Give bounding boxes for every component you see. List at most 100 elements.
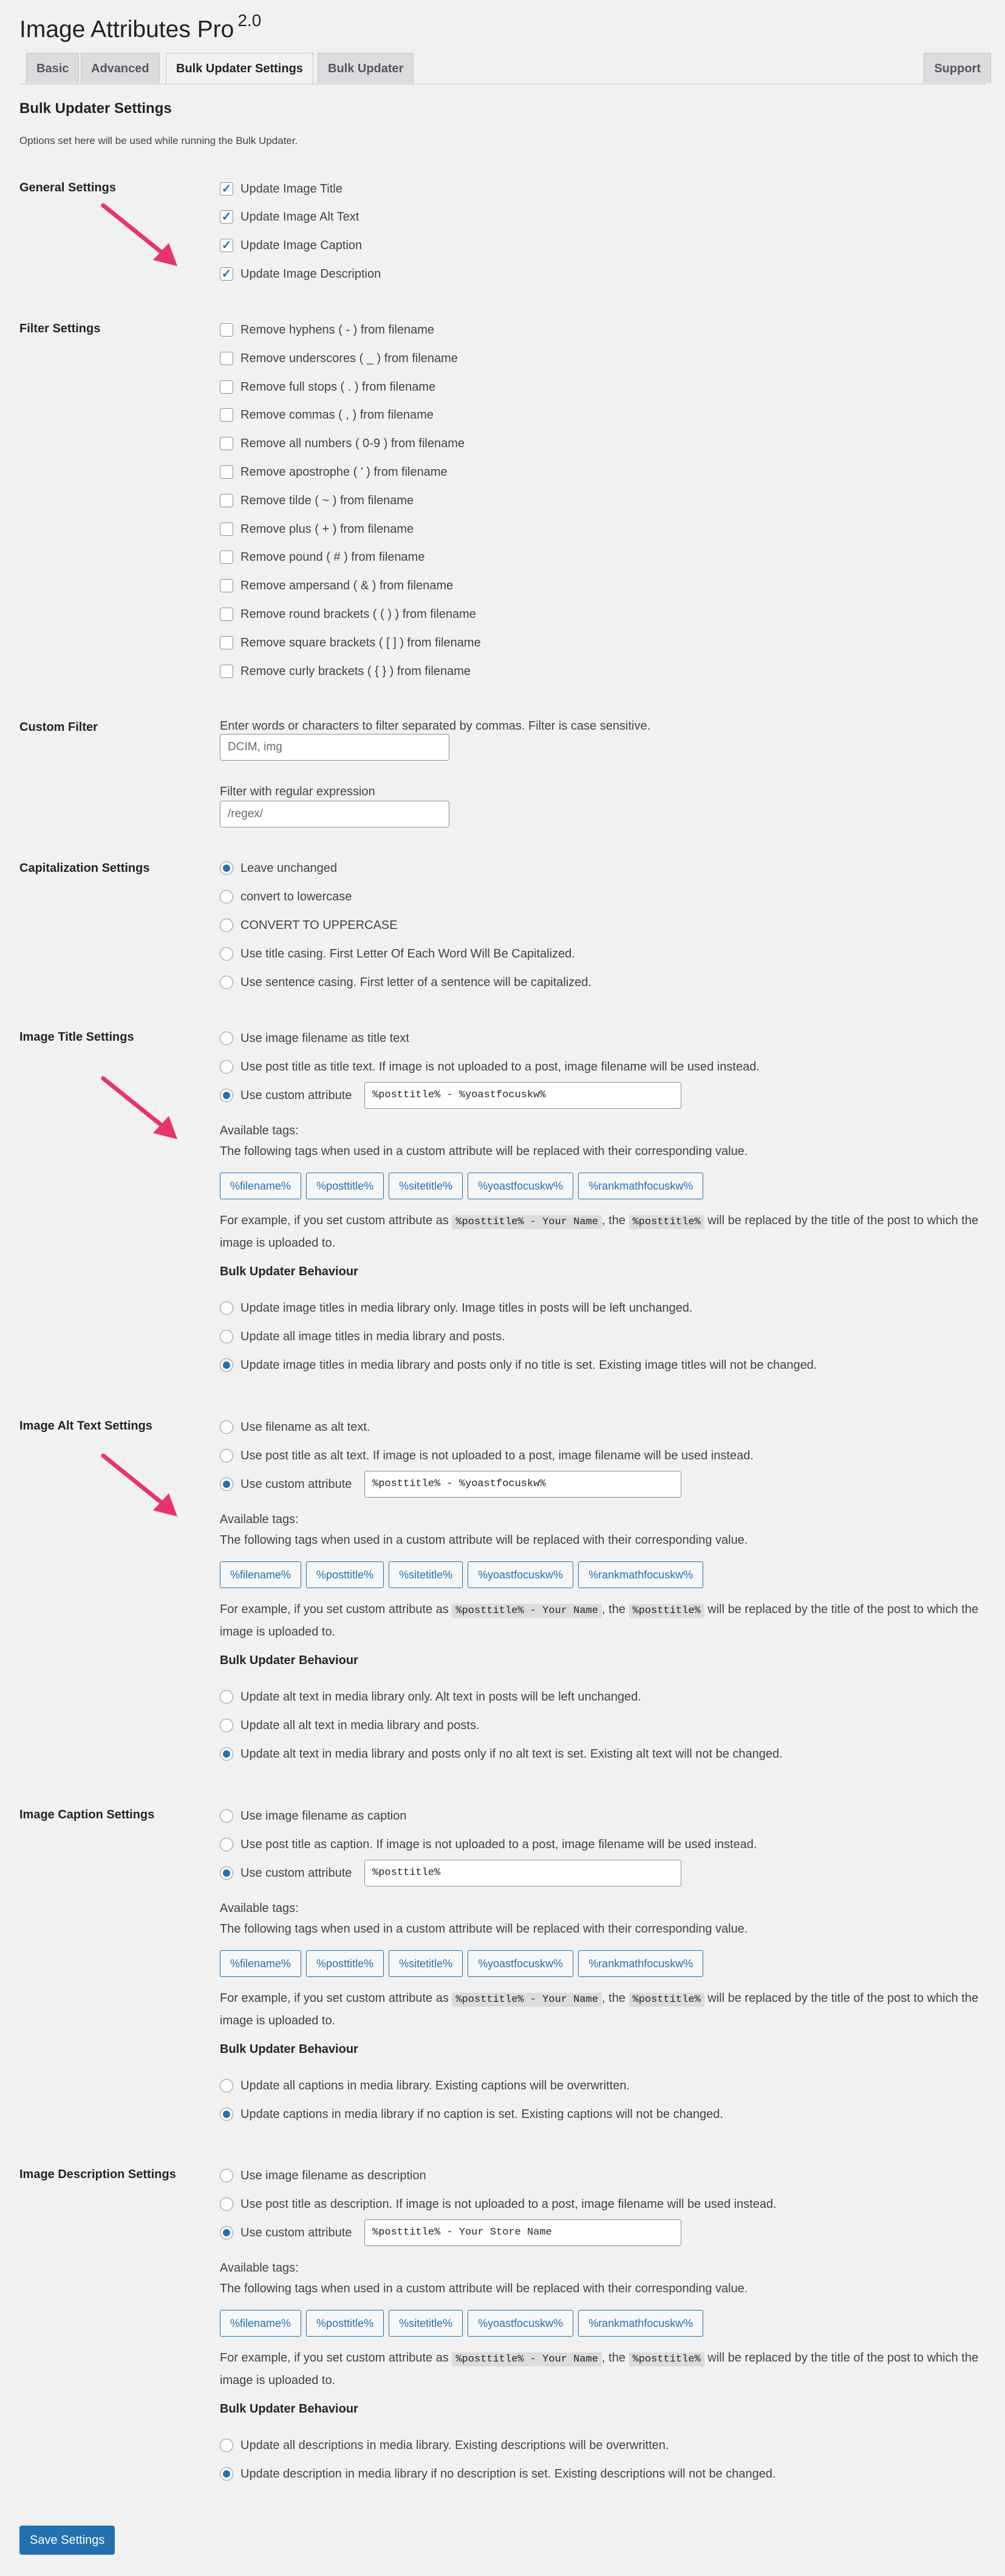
regex-filter-input[interactable]: /regex/ — [220, 801, 449, 827]
radio-icon[interactable] — [220, 1358, 233, 1372]
capitalization-radio[interactable]: Use title casing. First Letter Of Each W… — [220, 945, 575, 963]
checkbox-icon[interactable] — [220, 437, 233, 450]
tag-button[interactable]: %filename% — [220, 2310, 302, 2337]
radio-icon[interactable] — [220, 2439, 233, 2452]
title-behaviour-radio[interactable]: Update image titles in media library and… — [220, 1356, 817, 1374]
checkbox-icon[interactable] — [220, 665, 233, 678]
tag-button[interactable]: %filename% — [220, 1561, 302, 1588]
title-custom-attribute-input[interactable]: %posttitle% - %yoastfocuskw% — [364, 1082, 681, 1109]
tab-basic[interactable]: Basic — [26, 53, 80, 83]
filter-checkbox[interactable]: Remove all numbers ( 0-9 ) from filename — [220, 434, 465, 453]
checkbox-icon[interactable] — [220, 522, 233, 536]
radio-icon[interactable] — [220, 1032, 233, 1045]
caption-option-posttitle[interactable]: Use post title as caption. If image is n… — [220, 1835, 757, 1854]
radio-icon[interactable] — [220, 1089, 233, 1102]
caption-custom-attribute-input[interactable]: %posttitle% — [364, 1860, 681, 1886]
title-option-filename[interactable]: Use image filename as title text — [220, 1029, 409, 1047]
filter-checkbox[interactable]: Remove apostrophe ( ' ) from filename — [220, 463, 448, 481]
radio-icon[interactable] — [220, 976, 233, 989]
update-alt-checkbox[interactable]: Update Image Alt Text — [220, 208, 359, 226]
radio-icon[interactable] — [220, 1330, 233, 1343]
radio-icon[interactable] — [220, 1747, 233, 1761]
capitalization-radio[interactable]: CONVERT TO UPPERCASE — [220, 916, 398, 934]
capitalization-radio[interactable]: convert to lowercase — [220, 888, 352, 906]
alt-behaviour-radio[interactable]: Update alt text in media library and pos… — [220, 1745, 783, 1763]
filter-checkbox[interactable]: Remove plus ( + ) from filename — [220, 520, 414, 538]
tag-button[interactable]: %yoastfocuskw% — [468, 1561, 574, 1588]
filter-checkbox[interactable]: Remove underscores ( _ ) from filename — [220, 349, 458, 368]
radio-icon[interactable] — [220, 1690, 233, 1704]
checkbox-icon[interactable] — [220, 239, 233, 252]
save-settings-button[interactable]: Save Settings — [19, 2526, 115, 2555]
tag-button[interactable]: %rankmathfocuskw% — [578, 1173, 704, 1199]
tag-button[interactable]: %sitetitle% — [389, 1561, 463, 1588]
checkbox-icon[interactable] — [220, 352, 233, 365]
filter-checkbox[interactable]: Remove full stops ( . ) from filename — [220, 378, 435, 396]
filter-checkbox[interactable]: Remove square brackets ( [ ] ) from file… — [220, 634, 481, 652]
update-description-checkbox[interactable]: Update Image Description — [220, 265, 381, 283]
filter-checkbox[interactable]: Remove commas ( , ) from filename — [220, 406, 434, 424]
description-behaviour-radio[interactable]: Update description in media library if n… — [220, 2465, 776, 2483]
filter-checkbox[interactable]: Remove hyphens ( - ) from filename — [220, 321, 434, 339]
checkbox-icon[interactable] — [220, 550, 233, 564]
title-behaviour-radio[interactable]: Update image titles in media library onl… — [220, 1299, 692, 1317]
radio-icon[interactable] — [220, 1838, 233, 1851]
description-option-posttitle[interactable]: Use post title as description. If image … — [220, 2195, 777, 2213]
filter-checkbox[interactable]: Remove curly brackets ( { } ) from filen… — [220, 662, 471, 680]
alt-option-custom[interactable]: Use custom attribute — [220, 1475, 352, 1493]
tag-button[interactable]: %sitetitle% — [389, 1950, 463, 1977]
tag-button[interactable]: %rankmathfocuskw% — [578, 2310, 704, 2337]
description-option-custom[interactable]: Use custom attribute — [220, 2224, 352, 2242]
radio-icon[interactable] — [220, 2197, 233, 2211]
alt-option-filename[interactable]: Use filename as alt text. — [220, 1418, 370, 1436]
radio-icon[interactable] — [220, 890, 233, 903]
tag-button[interactable]: %rankmathfocuskw% — [578, 1561, 704, 1588]
checkbox-icon[interactable] — [220, 465, 233, 479]
radio-icon[interactable] — [220, 1449, 233, 1462]
radio-icon[interactable] — [220, 1866, 233, 1880]
custom-filter-input[interactable]: DCIM, img — [220, 734, 449, 761]
checkbox-icon[interactable] — [220, 323, 233, 337]
description-option-filename[interactable]: Use image filename as description — [220, 2167, 426, 2185]
checkbox-icon[interactable] — [220, 579, 233, 592]
checkbox-icon[interactable] — [220, 408, 233, 422]
radio-icon[interactable] — [220, 947, 233, 961]
radio-icon[interactable] — [220, 2108, 233, 2121]
tag-button[interactable]: %filename% — [220, 1173, 302, 1199]
tag-button[interactable]: %posttitle% — [306, 1561, 384, 1588]
filter-checkbox[interactable]: Remove round brackets ( ( ) ) from filen… — [220, 605, 476, 623]
tag-button[interactable]: %posttitle% — [306, 1173, 384, 1199]
radio-icon[interactable] — [220, 2079, 233, 2092]
radio-icon[interactable] — [220, 1060, 233, 1074]
checkbox-icon[interactable] — [220, 267, 233, 281]
filter-checkbox[interactable]: Remove ampersand ( & ) from filename — [220, 577, 453, 595]
tab-bulk-updater[interactable]: Bulk Updater — [318, 53, 414, 83]
filter-checkbox[interactable]: Remove pound ( # ) from filename — [220, 548, 424, 566]
title-option-custom[interactable]: Use custom attribute — [220, 1086, 352, 1105]
alt-custom-attribute-input[interactable]: %posttitle% - %yoastfocuskw% — [364, 1471, 681, 1498]
tab-advanced[interactable]: Advanced — [81, 53, 160, 83]
caption-option-filename[interactable]: Use image filename as caption — [220, 1807, 406, 1825]
title-behaviour-radio[interactable]: Update all image titles in media library… — [220, 1327, 505, 1346]
title-option-posttitle[interactable]: Use post title as title text. If image i… — [220, 1058, 760, 1076]
checkbox-icon[interactable] — [220, 494, 233, 507]
radio-icon[interactable] — [220, 1809, 233, 1823]
filter-checkbox[interactable]: Remove tilde ( ~ ) from filename — [220, 492, 414, 510]
tab-bulk-updater-settings[interactable]: Bulk Updater Settings — [166, 53, 313, 84]
alt-behaviour-radio[interactable]: Update alt text in media library only. A… — [220, 1688, 641, 1706]
radio-icon[interactable] — [220, 1301, 233, 1315]
radio-icon[interactable] — [220, 2467, 233, 2481]
tag-button[interactable]: %sitetitle% — [389, 2310, 463, 2337]
radio-icon[interactable] — [220, 1719, 233, 1732]
alt-option-posttitle[interactable]: Use post title as alt text. If image is … — [220, 1447, 754, 1465]
checkbox-icon[interactable] — [220, 210, 233, 224]
capitalization-radio[interactable]: Leave unchanged — [220, 859, 337, 877]
checkbox-icon[interactable] — [220, 636, 233, 649]
alt-behaviour-radio[interactable]: Update all alt text in media library and… — [220, 1716, 480, 1735]
radio-icon[interactable] — [220, 2226, 233, 2239]
tag-button[interactable]: %posttitle% — [306, 1950, 384, 1977]
description-custom-attribute-input[interactable]: %posttitle% - Your Store Name — [364, 2219, 681, 2246]
tag-button[interactable]: %yoastfocuskw% — [468, 2310, 574, 2337]
tag-button[interactable]: %sitetitle% — [389, 1173, 463, 1199]
radio-icon[interactable] — [220, 1478, 233, 1491]
